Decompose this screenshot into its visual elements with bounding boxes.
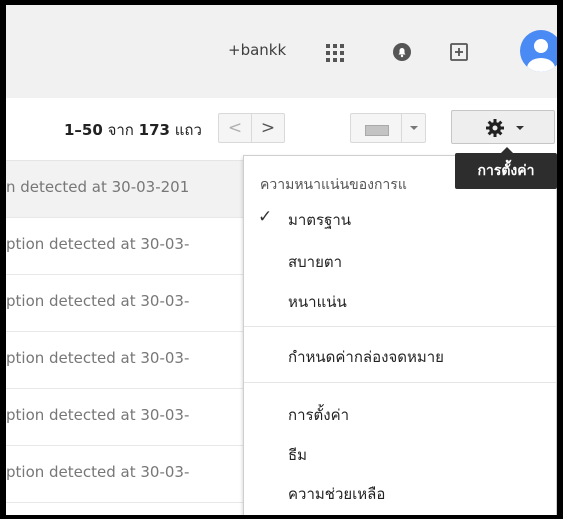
message-snippet: ption detected at 30-03-	[6, 292, 190, 310]
menu-item-label: การตั้งค่า	[288, 406, 350, 424]
app-window: +bankk 1–50 จาก 173 แถว < > n detected a…	[0, 0, 563, 519]
menu-divider	[244, 382, 556, 383]
menu-item-label: หนาแน่น	[288, 293, 347, 311]
person-icon	[527, 39, 555, 72]
menu-item-label: ความช่วยเหลือ	[288, 485, 386, 503]
pagination-total: 173	[138, 121, 170, 139]
menu-item-label: กำหนดค่ากล่องจดหมาย	[288, 348, 444, 366]
newer-page-button[interactable]: <	[218, 113, 252, 143]
top-bar: +bankk	[6, 5, 557, 99]
message-snippet: ption detected at 30-03-	[6, 406, 190, 424]
pagination-of: จาก	[107, 121, 134, 139]
menu-item-themes[interactable]: ธีม	[244, 438, 556, 468]
menu-item-label: สบายตา	[288, 253, 343, 271]
account-link[interactable]: +bankk	[228, 41, 286, 59]
list-toolbar: 1–50 จาก 173 แถว < >	[6, 98, 557, 161]
keyboard-icon	[365, 125, 389, 136]
message-snippet: ption detected at 30-03-	[6, 235, 190, 253]
menu-item-density-default[interactable]: ✓ มาตรฐาน	[244, 203, 556, 233]
menu-item-label: มาตรฐาน	[288, 211, 352, 229]
tooltip-arrow	[501, 147, 513, 153]
message-snippet: ption detected at 30-03-	[6, 349, 190, 367]
older-page-button[interactable]: >	[251, 113, 285, 143]
pagination-range: 1–50	[64, 121, 103, 139]
menu-item-configure-inbox[interactable]: กำหนดค่ากล่องจดหมาย	[244, 340, 556, 370]
menu-divider	[244, 326, 556, 327]
menu-item-label: ธีม	[288, 446, 308, 464]
account-avatar[interactable]	[520, 30, 557, 72]
chevron-down-icon	[516, 126, 524, 130]
menu-item-help[interactable]: ความช่วยเหลือ	[244, 477, 556, 507]
chevron-down-icon[interactable]	[410, 126, 418, 130]
notifications-bell-icon[interactable]	[392, 42, 412, 62]
pagination-unit: แถว	[174, 121, 202, 139]
tooltip-text: การตั้งค่า	[477, 163, 535, 179]
message-snippet: ption detected at 30-03-	[6, 463, 190, 481]
density-heading: ความหนาแน่นของการแ	[260, 177, 407, 193]
menu-item-density-compact[interactable]: หนาแน่น	[244, 285, 556, 315]
settings-menu: ความหนาแน่นของการแ ✓ มาตรฐาน สบายตา หนาแ…	[243, 155, 557, 515]
share-plus-icon[interactable]	[449, 42, 469, 62]
input-tools-button[interactable]	[350, 113, 426, 143]
settings-tooltip: การตั้งค่า	[455, 147, 557, 189]
button-divider	[401, 114, 402, 142]
gear-icon	[486, 119, 504, 137]
menu-item-settings[interactable]: การตั้งค่า	[244, 398, 556, 428]
menu-item-density-comfortable[interactable]: สบายตา	[244, 245, 556, 275]
settings-button[interactable]	[451, 110, 555, 144]
checkmark-icon: ✓	[258, 207, 273, 227]
message-snippet: n detected at 30-03-201	[6, 178, 190, 196]
apps-grid-icon[interactable]	[326, 44, 344, 62]
pagination-label: 1–50 จาก 173 แถว	[64, 118, 202, 142]
